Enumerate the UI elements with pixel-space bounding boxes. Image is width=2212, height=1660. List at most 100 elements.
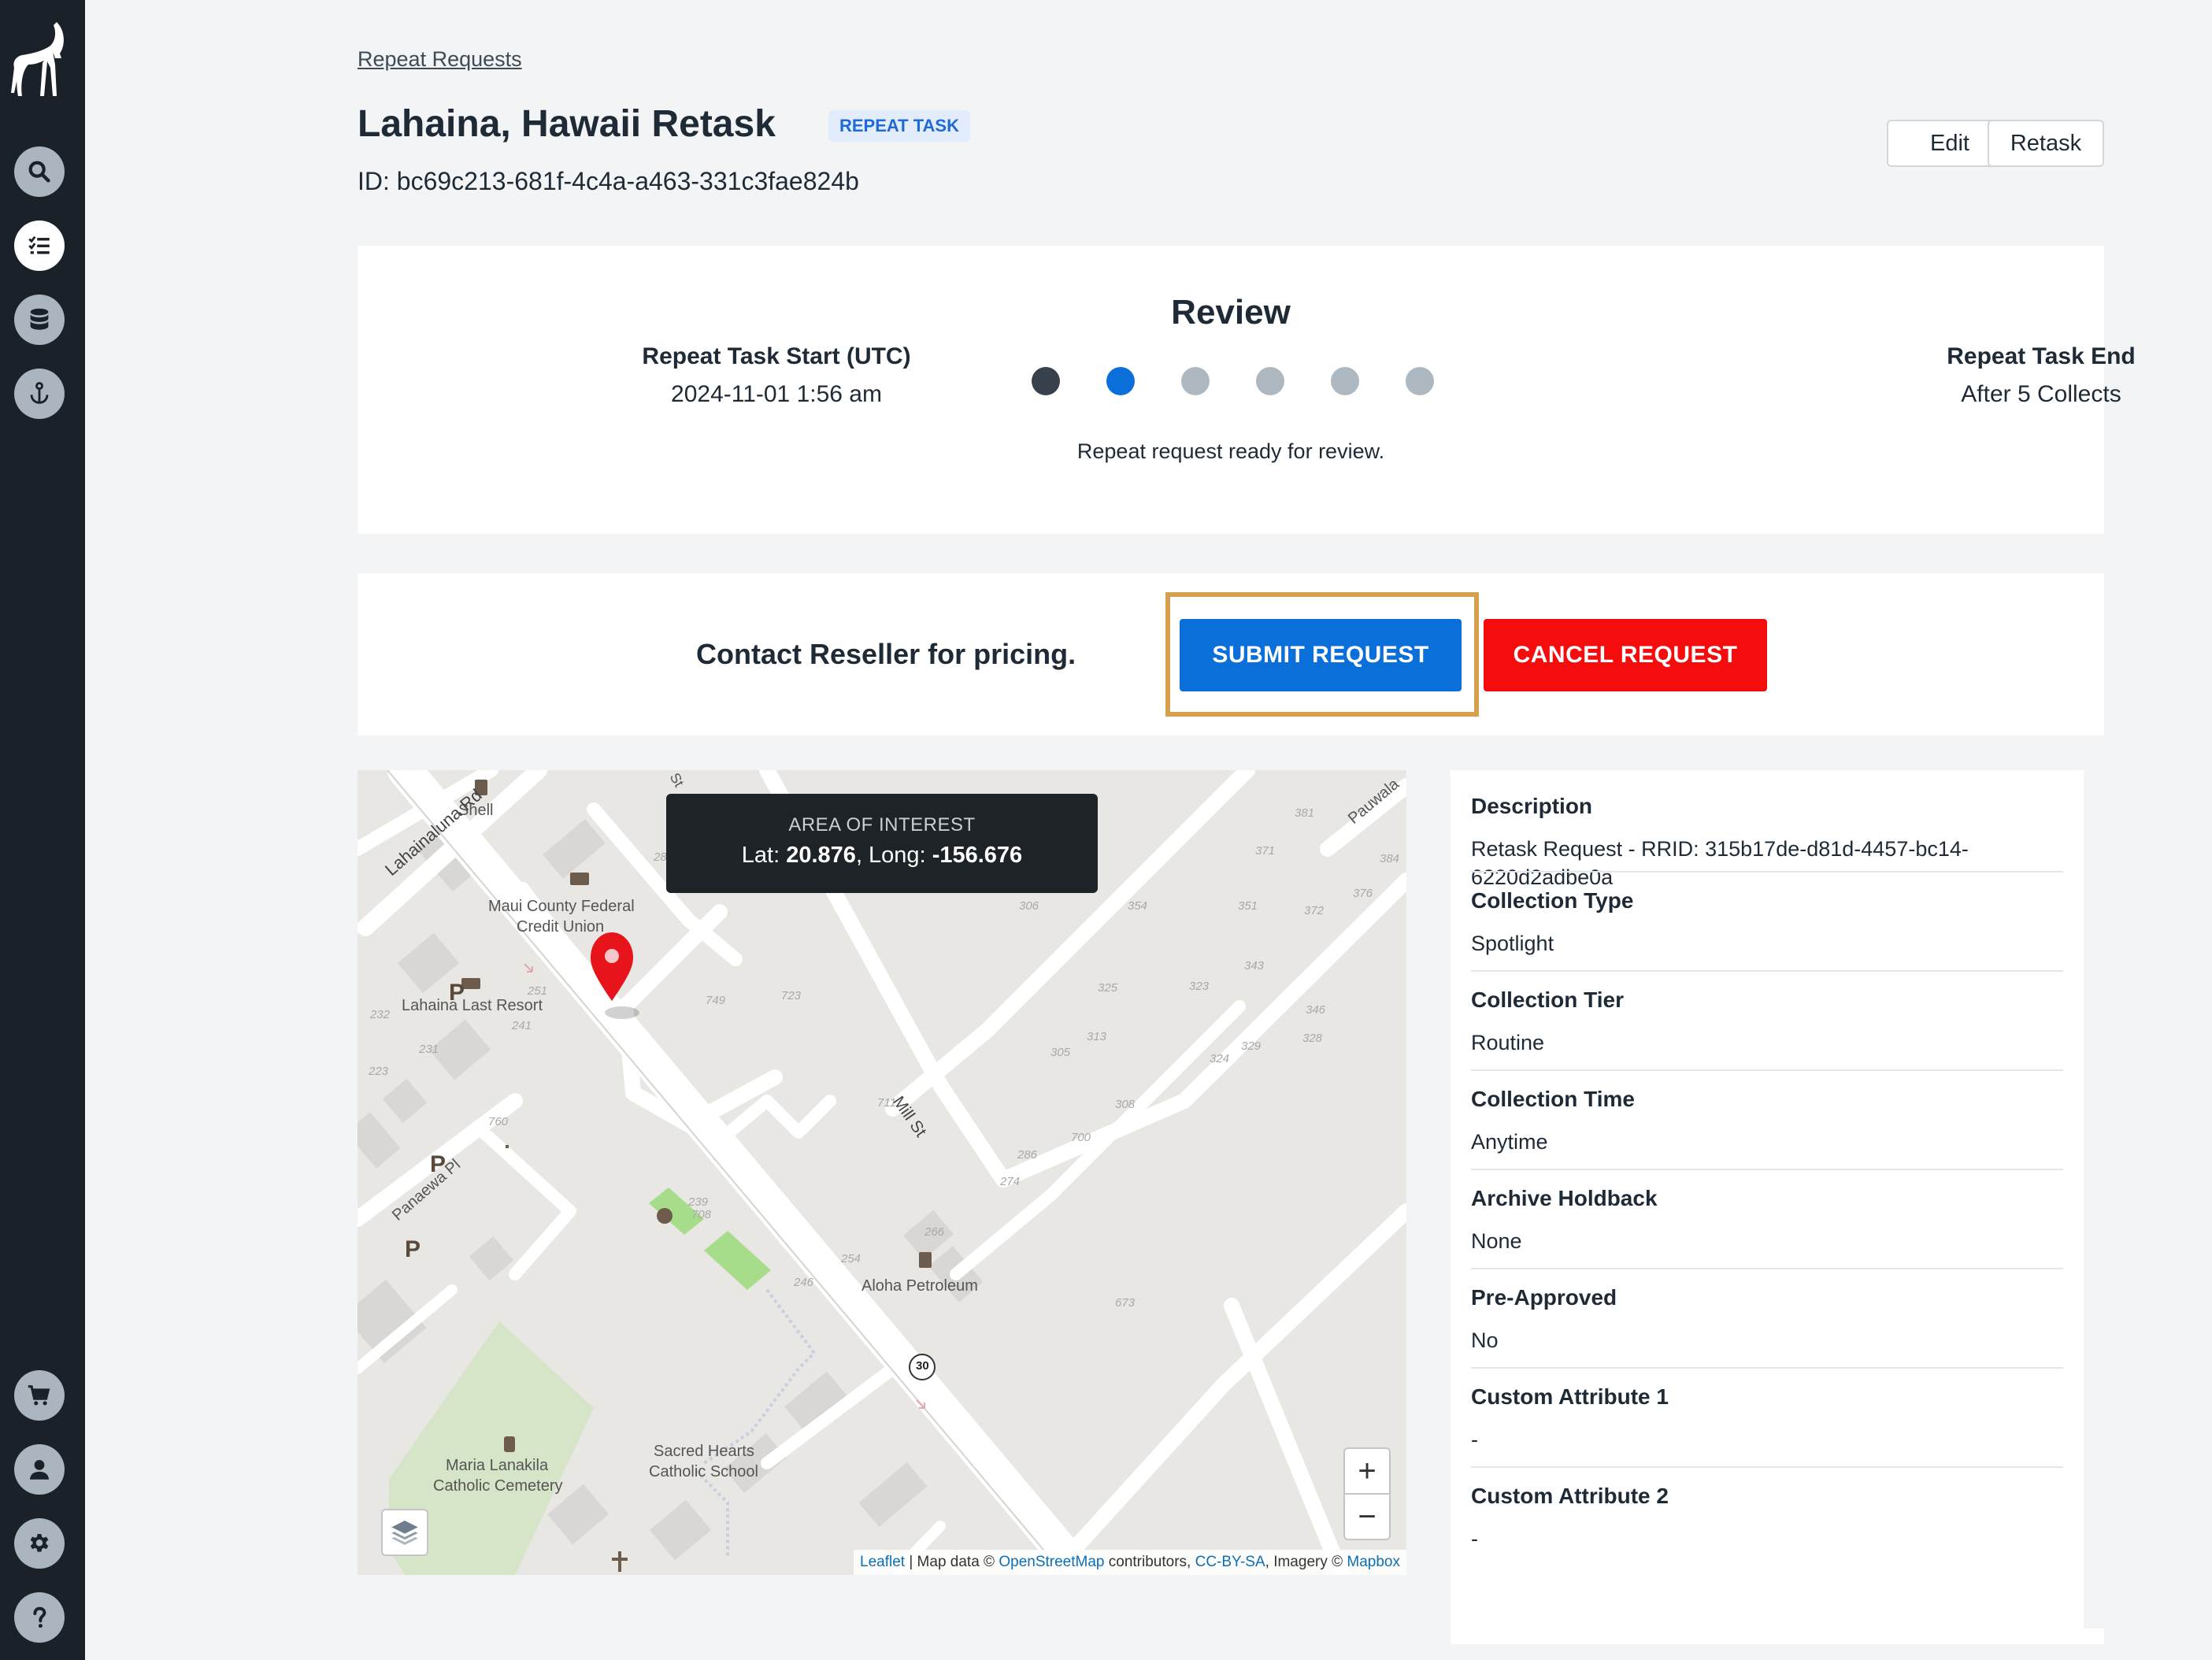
house-number: 372 [1304,904,1325,917]
attribution-text: , Imagery © [1265,1554,1347,1570]
search-icon [28,161,50,183]
help-icon [33,1606,46,1629]
map-label-maui-cu-2: Credit Union [517,918,605,936]
map-label-route: 30 [916,1359,929,1373]
submit-request-button[interactable]: SUBMIT REQUEST [1180,619,1462,691]
house-number: 708 [691,1208,712,1221]
nav-help[interactable] [14,1592,65,1643]
action-card: Contact Reseller for pricing. SUBMIT REQ… [358,573,2104,736]
house-number: 371 [1255,844,1276,858]
house-number: 749 [706,994,726,1007]
progress-step-4 [1256,367,1284,395]
nav-cart[interactable] [14,1370,65,1421]
house-number: 346 [1306,1003,1326,1017]
review-card: Review Repeat Task Start (UTC) 2024-11-0… [358,246,2136,534]
detail-row: Custom Attribute 1 - [1471,1384,2063,1454]
mapbox-link[interactable]: Mapbox [1347,1554,1400,1570]
end-label: Repeat Task End [1947,343,2136,369]
map-label-aloha: Aloha Petroleum [861,1277,978,1295]
house-number: 376 [1353,887,1373,900]
detail-value: - [1471,1428,1478,1451]
map-attribution: Leaflet | Map data © OpenStreetMap contr… [854,1550,1406,1575]
progress-step-3 [1181,367,1210,395]
license-link[interactable]: CC-BY-SA [1195,1554,1265,1570]
house-number: 343 [1244,959,1265,973]
attribution-text: | Map data © [905,1554,999,1570]
detail-divider [1471,1069,2063,1071]
detail-divider [1471,1466,2063,1468]
request-id: ID: bc69c213-681f-4c4a-a463-331c3fae824b [358,167,859,195]
map-label-school-1: Sacred Hearts [654,1443,754,1460]
map-label-school-2: Catholic School [649,1463,758,1480]
house-number: 351 [1238,899,1258,913]
layers-icon [391,1521,418,1545]
svg-text:P: P [405,1236,421,1262]
detail-row: Pre-Approved No [1471,1285,2063,1354]
nav-search[interactable] [14,146,65,197]
house-number: 286 [1017,1148,1038,1162]
long-label: , Long: [855,843,926,868]
map[interactable]: P P P Shell Lahainaluna Rd Maui County F… [358,770,1406,1575]
cancel-request-button[interactable]: CANCEL REQUEST [1484,619,1767,691]
ibex-logo-icon[interactable] [9,17,72,104]
database-icon [30,308,49,330]
osm-link[interactable]: OpenStreetMap [999,1554,1104,1570]
detail-row: Collection Type Spotlight [1471,888,2063,958]
progress-step-6 [1406,367,1434,395]
nav-database[interactable] [14,295,65,345]
detail-label: Collection Type [1471,888,1634,913]
detail-row: Archive Holdback None [1471,1186,2063,1255]
house-number: 381 [1295,806,1315,820]
detail-value: Spotlight [1471,932,1554,955]
map-label-last-resort: Lahaina Last Resort [402,997,543,1014]
detail-row: Custom Attribute 2 - [1471,1484,2063,1553]
house-number: 232 [370,1008,391,1021]
house-number: 673 [1115,1296,1136,1310]
nav-tasks[interactable] [14,220,65,271]
progress-step-2 [1106,367,1135,395]
aoi-title: AREA OF INTEREST [788,814,976,836]
zoom-in-button[interactable]: + [1343,1447,1391,1495]
detail-label: Collection Tier [1471,987,1624,1012]
review-status: Repeat request ready for review. [1076,439,1385,463]
house-number: 325 [1098,981,1118,995]
detail-row: Collection Time Anytime [1471,1087,2063,1156]
nav-account[interactable] [14,1444,65,1495]
house-number: 266 [924,1225,945,1239]
house-number: 274 [1000,1175,1021,1188]
details-footer [1451,1629,2104,1644]
detail-divider [1471,1169,2063,1170]
detail-value: Retask Request - RRID: 315b17de-d81d-445… [1471,837,1969,889]
house-number: 223 [369,1065,389,1078]
detail-divider [1471,871,2063,873]
breadcrumb-repeat-requests[interactable]: Repeat Requests [358,47,522,72]
retask-button[interactable]: Retask [1988,120,2104,167]
house-number: 324 [1210,1052,1230,1065]
leaflet-link[interactable]: Leaflet [860,1554,905,1570]
detail-divider [1471,1268,2063,1269]
house-number: 313 [1087,1030,1107,1043]
end-value: After 5 Collects [1961,381,2121,407]
aoi-coords: Lat: 20.876, Long: -156.676 [666,843,1098,869]
house-number: 251 [528,984,548,998]
detail-row: Description Retask Request - RRID: 315b17… [1471,794,2063,891]
attribution-text: contributors, [1104,1554,1195,1570]
layers-button[interactable] [381,1509,428,1556]
sidebar [0,0,85,1660]
map-label-maui-cu-1: Maui County Federal [488,898,635,915]
detail-label: Custom Attribute 2 [1471,1484,1669,1508]
house-number: 305 [1050,1046,1071,1059]
gear-icon [30,1533,49,1552]
anchor-icon [30,382,49,404]
house-number: 354 [1128,899,1148,913]
nav-anchor[interactable] [14,369,65,419]
progress-step-5 [1331,367,1359,395]
nav-settings[interactable] [14,1518,65,1569]
house-number: 241 [512,1019,532,1032]
detail-label: Collection Time [1471,1087,1635,1111]
zoom-out-button[interactable]: − [1343,1493,1391,1540]
house-number: 246 [794,1276,814,1289]
page-title: Lahaina, Hawaii Retask [358,103,776,145]
house-number: 306 [1019,899,1039,913]
progress-step-1 [1032,367,1060,395]
